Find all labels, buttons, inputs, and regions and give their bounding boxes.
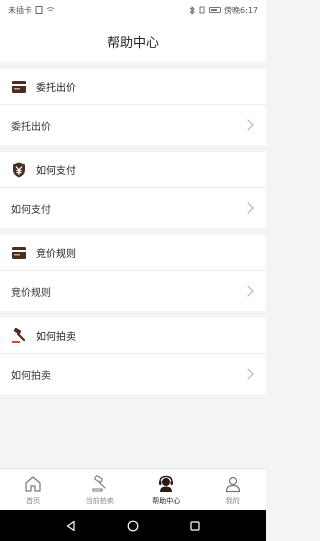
card-icon (11, 79, 27, 95)
yen-shield-icon (11, 162, 27, 178)
bottom-tab-bar: 首页 当前拍卖 帮助中心 我的 (0, 468, 266, 510)
section-header: 竞价规则 (0, 235, 266, 271)
battery-icon (209, 7, 222, 13)
section-header: 如何拍卖 (0, 318, 266, 354)
status-bar: 未插卡 傍晚6:17 (0, 0, 266, 20)
help-item-auction[interactable]: 如何拍卖 (0, 354, 266, 394)
help-sections: 委托出价 委托出价 如何支付 如何支付 竞价规则 竞价规则 如何拍卖 如何拍卖 (0, 62, 266, 394)
section-title: 如何拍卖 (36, 332, 76, 343)
wifi-off-icon (46, 7, 55, 12)
user-icon (223, 474, 243, 494)
carrier-text: 未插卡 (8, 5, 32, 15)
section-header: 委托出价 (0, 69, 266, 105)
tab-label: 当前拍卖 (85, 496, 114, 505)
status-left: 未插卡 (8, 5, 55, 16)
chevron-right-icon (242, 119, 254, 131)
recents-button[interactable] (185, 516, 205, 536)
tab-home[interactable]: 首页 (0, 469, 67, 510)
status-right: 傍晚6:17 (189, 5, 258, 16)
help-item-label: 委托出价 (11, 121, 51, 133)
page-title: 帮助中心 (106, 35, 159, 51)
help-item-bid-rules[interactable]: 竞价规则 (0, 271, 266, 311)
chevron-right-icon (242, 368, 254, 380)
back-button[interactable] (61, 516, 81, 536)
system-nav-bar (0, 510, 266, 541)
tab-label: 帮助中心 (152, 496, 181, 505)
section-payment: 如何支付 如何支付 (0, 152, 266, 228)
tab-help-center[interactable]: 帮助中心 (133, 469, 200, 510)
tab-mine[interactable]: 我的 (200, 469, 267, 510)
tab-label: 我的 (225, 496, 240, 505)
home-icon (23, 474, 43, 494)
tab-label: 首页 (26, 496, 41, 505)
back-triangle-icon (66, 520, 75, 531)
clock-text: 傍晚6:17 (224, 5, 258, 15)
section-header: 如何支付 (0, 152, 266, 188)
section-title: 如何支付 (36, 166, 76, 177)
section-auction: 如何拍卖 如何拍卖 (0, 318, 266, 394)
recents-square-icon (190, 520, 200, 531)
home-circle-icon (127, 520, 139, 531)
sim-icon (35, 6, 43, 14)
bluetooth-icon (189, 5, 195, 15)
help-item-payment[interactable]: 如何支付 (0, 188, 266, 228)
section-title: 竞价规则 (36, 249, 76, 260)
section-bid-rules: 竞价规则 竞价规则 (0, 235, 266, 311)
support-icon (156, 474, 176, 494)
help-item-label: 如何支付 (11, 204, 51, 216)
section-title: 委托出价 (36, 83, 76, 94)
help-item-bid-entrust[interactable]: 委托出价 (0, 105, 266, 145)
gavel-icon (11, 327, 27, 344)
home-button[interactable] (123, 516, 143, 536)
gavel-icon (90, 474, 110, 494)
help-item-label: 竞价规则 (11, 287, 51, 299)
section-bid-entrust: 委托出价 委托出价 (0, 69, 266, 145)
help-item-label: 如何拍卖 (11, 370, 51, 382)
tab-current-auction[interactable]: 当前拍卖 (67, 469, 134, 510)
chevron-right-icon (242, 202, 254, 214)
card-icon (11, 245, 27, 261)
page-header: 帮助中心 (0, 20, 266, 62)
vibrate-icon (199, 6, 205, 14)
chevron-right-icon (242, 285, 254, 297)
